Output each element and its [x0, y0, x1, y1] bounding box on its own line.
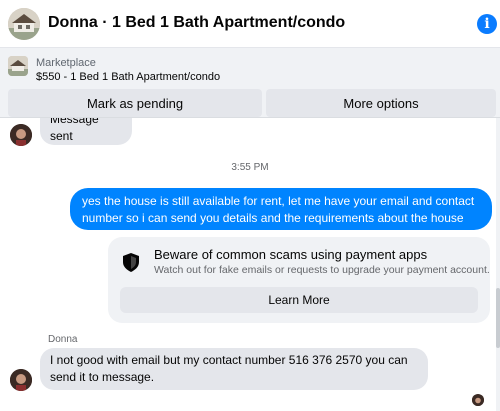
message-text: I not good with email but my contact num…	[50, 353, 408, 384]
message-text: yes the house is still available for ren…	[82, 194, 475, 225]
more-options-button[interactable]: More options	[266, 89, 496, 117]
warning-subtitle: Watch out for fake emails or requests to…	[154, 264, 490, 276]
seen-avatar-icon	[472, 394, 484, 406]
house-thumbnail-icon	[8, 56, 28, 76]
house-photo-icon	[8, 8, 40, 40]
warning-title: Beware of common scams using payment app…	[154, 247, 428, 262]
listing-thumbnail	[8, 56, 28, 76]
message-text: Message sent	[50, 118, 99, 143]
sender-avatar[interactable]	[10, 369, 32, 391]
incoming-message-bubble[interactable]: Message sent	[40, 118, 132, 145]
scam-warning-card: Beware of common scams using payment app…	[108, 237, 490, 323]
marketplace-listing-banner[interactable]: Marketplace $550 - 1 Bed 1 Bath Apartmen…	[0, 48, 500, 88]
conversation-title[interactable]: Donna · 1 Bed 1 Bath Apartment/condo	[48, 14, 345, 32]
scrollbar-thumb[interactable]	[496, 288, 500, 348]
marketplace-label: Marketplace	[36, 57, 96, 69]
person-photo-icon	[10, 124, 32, 146]
sender-name: Donna	[48, 334, 78, 345]
message-timestamp: 3:55 PM	[231, 162, 269, 173]
conversation-header: Donna · 1 Bed 1 Bath Apartment/condo i	[0, 0, 500, 48]
message-scrollbar[interactable]	[496, 118, 500, 411]
listing-title: $550 - 1 Bed 1 Bath Apartment/condo	[36, 71, 221, 83]
learn-more-button[interactable]: Learn More	[120, 287, 478, 313]
listing-avatar[interactable]	[8, 8, 40, 40]
shield-icon	[123, 253, 139, 272]
person-photo-icon	[10, 369, 32, 391]
info-icon[interactable]: i	[477, 14, 497, 34]
outgoing-message-bubble[interactable]: yes the house is still available for ren…	[70, 188, 492, 230]
incoming-message-bubble[interactable]: I not good with email but my contact num…	[40, 348, 428, 390]
sender-avatar[interactable]	[10, 124, 32, 146]
mark-as-pending-button[interactable]: Mark as pending	[8, 89, 262, 117]
listing-actions: Mark as pending More options	[0, 88, 500, 118]
